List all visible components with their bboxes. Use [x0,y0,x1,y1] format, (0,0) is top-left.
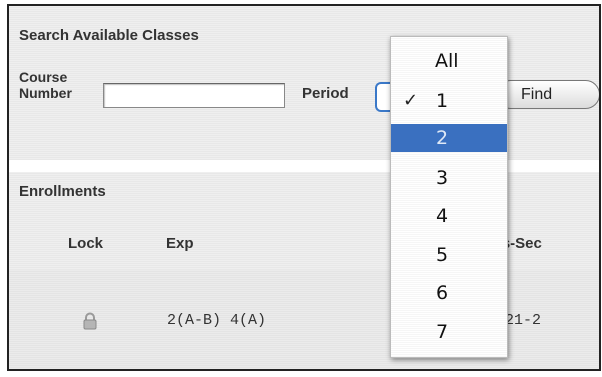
find-button[interactable]: Find [496,80,599,109]
period-option-7[interactable]: 7 [391,318,507,346]
period-dropdown-menu: All ✓ 1 2 3 4 5 6 7 [390,36,508,358]
period-option-6[interactable]: 6 [391,279,507,307]
period-option-label: All [435,50,459,72]
period-option-5[interactable]: 5 [391,241,507,269]
period-option-label: 1 [436,90,449,112]
column-header-lock[interactable]: Lock [68,235,103,252]
period-label: Period [302,85,349,102]
period-option-1[interactable]: ✓ 1 [391,87,507,115]
enrollments-title: Enrollments [19,183,106,200]
cell-exp: 2(A-B) 4(A) [167,312,267,329]
course-label-line1: Course [19,69,68,85]
window-frame: Search Available Classes Course Number P… [7,4,601,371]
search-section-title: Search Available Classes [19,27,199,44]
column-header-exp[interactable]: Exp [166,235,194,252]
period-option-all[interactable]: All [391,47,507,75]
course-label-line2: Number [19,85,72,101]
period-option-label: 7 [436,321,449,343]
period-option-label: 4 [436,205,449,227]
period-option-2[interactable]: 2 [391,124,507,152]
period-option-label: 5 [436,244,449,266]
checkmark-icon: ✓ [403,90,419,111]
period-option-label: 6 [436,282,449,304]
section-divider [9,160,599,172]
period-option-label: 3 [436,167,449,189]
course-number-label: Course Number [19,69,109,101]
period-option-3[interactable]: 3 [391,164,507,192]
period-option-4[interactable]: 4 [391,202,507,230]
period-option-label: 2 [436,127,449,149]
lock-icon[interactable] [82,312,98,330]
course-number-input[interactable] [103,83,285,108]
